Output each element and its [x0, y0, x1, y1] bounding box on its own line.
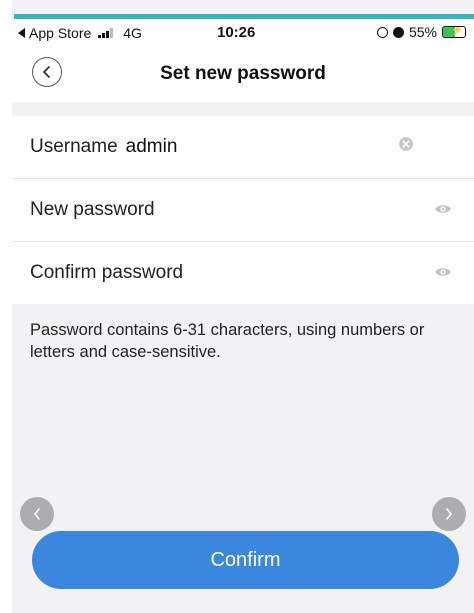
- back-to-app-label[interactable]: App Store: [29, 25, 91, 41]
- app-screen: App Store 4G 10:26 55% ⚡ Set new passwor…: [0, 0, 474, 613]
- battery-percent: 55%: [408, 24, 437, 40]
- alarm-icon: [392, 26, 404, 38]
- prev-arrow-button[interactable]: [20, 497, 54, 531]
- charging-bolt-icon: ⚡: [451, 26, 464, 36]
- chevron-right-icon: [446, 508, 452, 520]
- network-type: 4G: [123, 25, 142, 41]
- confirm-password-row[interactable]: Confirm password: [12, 242, 474, 304]
- orientation-lock-icon: [376, 26, 388, 38]
- page-title: Set new password: [160, 63, 326, 84]
- password-hint: Password contains 6-31 characters, using…: [30, 321, 425, 361]
- status-time: 10:26: [217, 24, 256, 41]
- phone-screen: App Store 4G 10:26 55% ⚡ Set new passwor…: [12, 19, 474, 613]
- new-password-label: New password: [30, 199, 155, 220]
- nav-bar: Set new password: [12, 47, 474, 102]
- username-row[interactable]: Username admin: [12, 116, 474, 179]
- chevron-left-icon: [34, 508, 40, 520]
- new-password-row[interactable]: New password: [12, 179, 474, 242]
- clear-icon[interactable]: [398, 136, 414, 158]
- eye-icon[interactable]: [434, 199, 452, 221]
- status-left: App Store 4G: [18, 25, 142, 41]
- back-to-app-icon[interactable]: [18, 28, 25, 38]
- confirm-password-label: Confirm password: [30, 262, 184, 283]
- username-label: Username: [30, 136, 118, 157]
- status-bar: App Store 4G 10:26 55% ⚡: [12, 19, 474, 47]
- confirm-button-label: Confirm: [210, 548, 281, 571]
- signal-strength-icon: [98, 28, 114, 38]
- battery-icon: ⚡: [442, 26, 466, 38]
- eye-icon[interactable]: [434, 262, 452, 284]
- status-right: 55% ⚡: [376, 24, 466, 40]
- screenshot-left-margin: [0, 0, 12, 613]
- next-arrow-button[interactable]: [432, 497, 466, 531]
- password-form: Username admin New password Confirm pass…: [12, 116, 474, 304]
- username-input[interactable]: admin: [126, 136, 178, 158]
- confirm-button[interactable]: Confirm: [32, 531, 459, 589]
